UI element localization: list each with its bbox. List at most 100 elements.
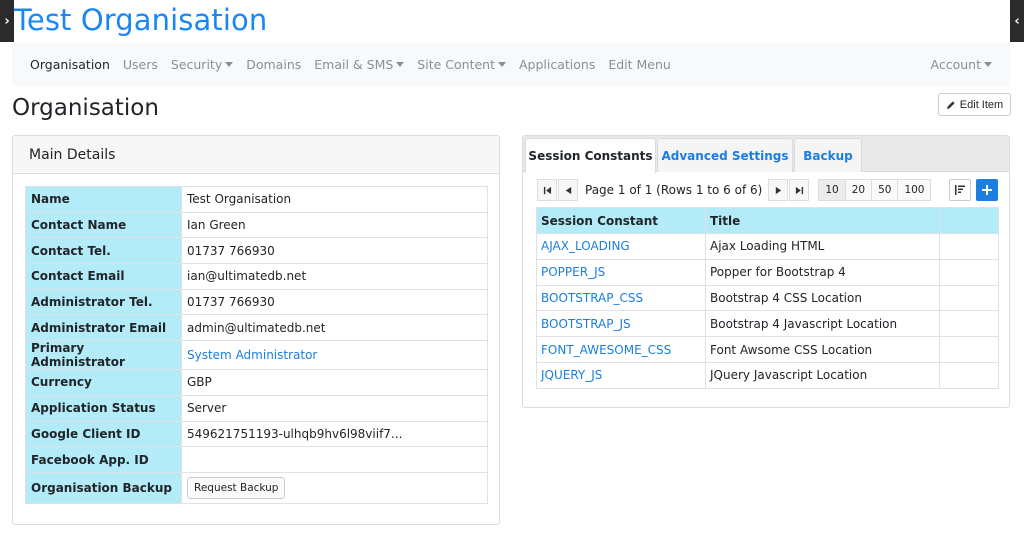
session-constant-cell: POPPER_JS	[536, 258, 706, 286]
field-value: 01737 766930	[181, 237, 488, 265]
table-row: Contact Tel. 01737 766930	[25, 237, 488, 265]
field-value: admin@ultimatedb.net	[181, 314, 488, 342]
table-row: Application Status Server	[25, 394, 488, 422]
field-label: Contact Tel.	[25, 237, 182, 265]
tab-backup[interactable]: Backup	[794, 138, 862, 172]
caret-down-icon	[225, 62, 234, 67]
nav-email-sms[interactable]: Email & SMS	[314, 57, 405, 72]
nav-security-label: Security	[170, 57, 223, 72]
title-cell: Bootstrap 4 CSS Location	[705, 284, 940, 312]
table-row: BOOTSTRAP_CSS Bootstrap 4 CSS Location	[536, 284, 999, 312]
title-cell: JQuery Javascript Location	[705, 361, 940, 389]
session-constant-link[interactable]: BOOTSTRAP_CSS	[541, 291, 643, 305]
table-row: Google Client ID 549621751193-ulhqb9hv6l9…	[25, 420, 488, 448]
table-row: Administrator Email admin@ultimatedb.net	[25, 314, 488, 342]
last-page-icon	[795, 186, 803, 194]
column-header-session-constant[interactable]: Session Constant	[536, 207, 706, 234]
add-button[interactable]	[976, 179, 998, 201]
actions-cell	[939, 361, 999, 389]
sort-button[interactable]	[949, 179, 971, 201]
nav-site-content-label: Site Content	[417, 57, 495, 72]
page-size-10[interactable]: 10	[818, 179, 846, 201]
page-size-20[interactable]: 20	[844, 179, 873, 201]
primary-administrator-link[interactable]: System Administrator	[187, 348, 317, 362]
prev-page-button[interactable]	[558, 179, 578, 201]
first-page-button[interactable]	[537, 179, 557, 201]
table-row: Name Test Organisation	[25, 186, 488, 213]
pager: Page 1 of 1 (Rows 1 to 6 of 6) 10 20 50 …	[537, 179, 932, 201]
session-constant-cell: FONT_AWESOME_CSS	[536, 336, 706, 363]
page-size-50[interactable]: 50	[871, 179, 899, 201]
field-value: System Administrator	[181, 340, 488, 371]
site-title[interactable]: Test Organisation	[14, 3, 267, 37]
plus-icon	[982, 185, 992, 195]
session-constant-cell: JQUERY_JS	[536, 361, 706, 389]
table-row: Primary Administrator System Administrato…	[25, 340, 488, 371]
left-panel-toggle[interactable]: ›	[0, 0, 14, 42]
field-value	[181, 446, 488, 473]
last-page-button[interactable]	[789, 179, 810, 201]
tab-advanced-settings[interactable]: Advanced Settings	[657, 138, 793, 172]
caret-down-icon	[497, 62, 506, 67]
right-panel-toggle[interactable]: ‹	[1010, 0, 1024, 42]
main-details-table: Name Test Organisation Contact Name Ian Gr…	[25, 186, 488, 504]
tab-session-constants[interactable]: Session Constants	[525, 138, 656, 173]
session-constant-link[interactable]: FONT_AWESOME_CSS	[541, 343, 671, 357]
caret-down-icon	[984, 62, 992, 67]
title-cell: Popper for Bootstrap 4	[705, 258, 940, 286]
session-constant-cell: BOOTSTRAP_CSS	[536, 284, 706, 312]
tab-strip: Session Constants Advanced Settings Back…	[523, 136, 1009, 173]
actions-cell	[939, 258, 999, 286]
column-header-title[interactable]: Title	[705, 207, 940, 234]
page-info: Page 1 of 1 (Rows 1 to 6 of 6)	[585, 183, 763, 197]
actions-cell	[939, 336, 999, 363]
session-constant-link[interactable]: BOOTSTRAP_JS	[541, 317, 631, 331]
next-page-button[interactable]	[768, 179, 789, 201]
actions-cell	[939, 284, 999, 312]
caret-down-icon	[396, 62, 405, 67]
nav-site-content[interactable]: Site Content	[417, 57, 506, 72]
field-value: 01737 766930	[181, 288, 488, 316]
field-label: Name	[25, 186, 182, 213]
field-label: Primary Administrator	[25, 340, 182, 371]
table-row: Facebook App. ID	[25, 446, 488, 473]
prev-page-icon	[565, 186, 571, 194]
page-size-100[interactable]: 100	[897, 179, 932, 201]
page-title: Organisation	[12, 95, 159, 121]
nav-domains[interactable]: Domains	[246, 57, 301, 72]
nav-account-label: Account	[930, 57, 981, 72]
actions-cell	[939, 310, 999, 338]
field-value: ian@ultimatedb.net	[181, 263, 488, 290]
title-cell: Font Awsome CSS Location	[705, 336, 940, 363]
nav-edit-menu[interactable]: Edit Menu	[608, 57, 671, 72]
first-page-icon	[543, 186, 551, 194]
title-cell: Ajax Loading HTML	[705, 233, 940, 260]
column-header-actions	[939, 207, 999, 234]
table-row: AJAX_LOADING Ajax Loading HTML	[536, 233, 999, 260]
nav-account[interactable]: Account	[931, 57, 992, 72]
request-backup-button[interactable]: Request Backup	[187, 476, 286, 499]
table-row: Contact Email ian@ultimatedb.net	[25, 263, 488, 290]
nav-email-sms-label: Email & SMS	[314, 57, 394, 72]
session-constant-link[interactable]: POPPER_JS	[541, 265, 605, 279]
table-row: Administrator Tel. 01737 766930	[25, 288, 488, 316]
next-page-icon	[775, 186, 782, 194]
field-value: Ian Green	[181, 211, 488, 239]
session-constants-table: Session Constant Title AJAX_LOADING Ajax …	[536, 207, 999, 389]
field-label: Facebook App. ID	[25, 446, 182, 473]
edit-item-button[interactable]: Edit Item	[938, 93, 1011, 116]
nav-users[interactable]: Users	[123, 57, 158, 72]
main-navbar: Organisation Users Security Domains Emai…	[12, 43, 1010, 86]
table-row: POPPER_JS Popper for Bootstrap 4	[536, 258, 999, 286]
field-value: 549621751193-ulhqb9hv6l98viif7...	[181, 420, 488, 448]
session-constant-link[interactable]: AJAX_LOADING	[541, 239, 630, 253]
table-row: JQUERY_JS JQuery Javascript Location	[536, 361, 999, 389]
nav-security[interactable]: Security	[170, 57, 234, 72]
session-constant-link[interactable]: JQUERY_JS	[541, 368, 602, 382]
field-label: Administrator Email	[25, 314, 182, 342]
field-label: Currency	[25, 369, 182, 396]
sort-icon	[955, 185, 965, 195]
field-value: Request Backup	[181, 471, 488, 504]
nav-applications[interactable]: Applications	[519, 57, 595, 72]
nav-organisation[interactable]: Organisation	[30, 57, 110, 72]
